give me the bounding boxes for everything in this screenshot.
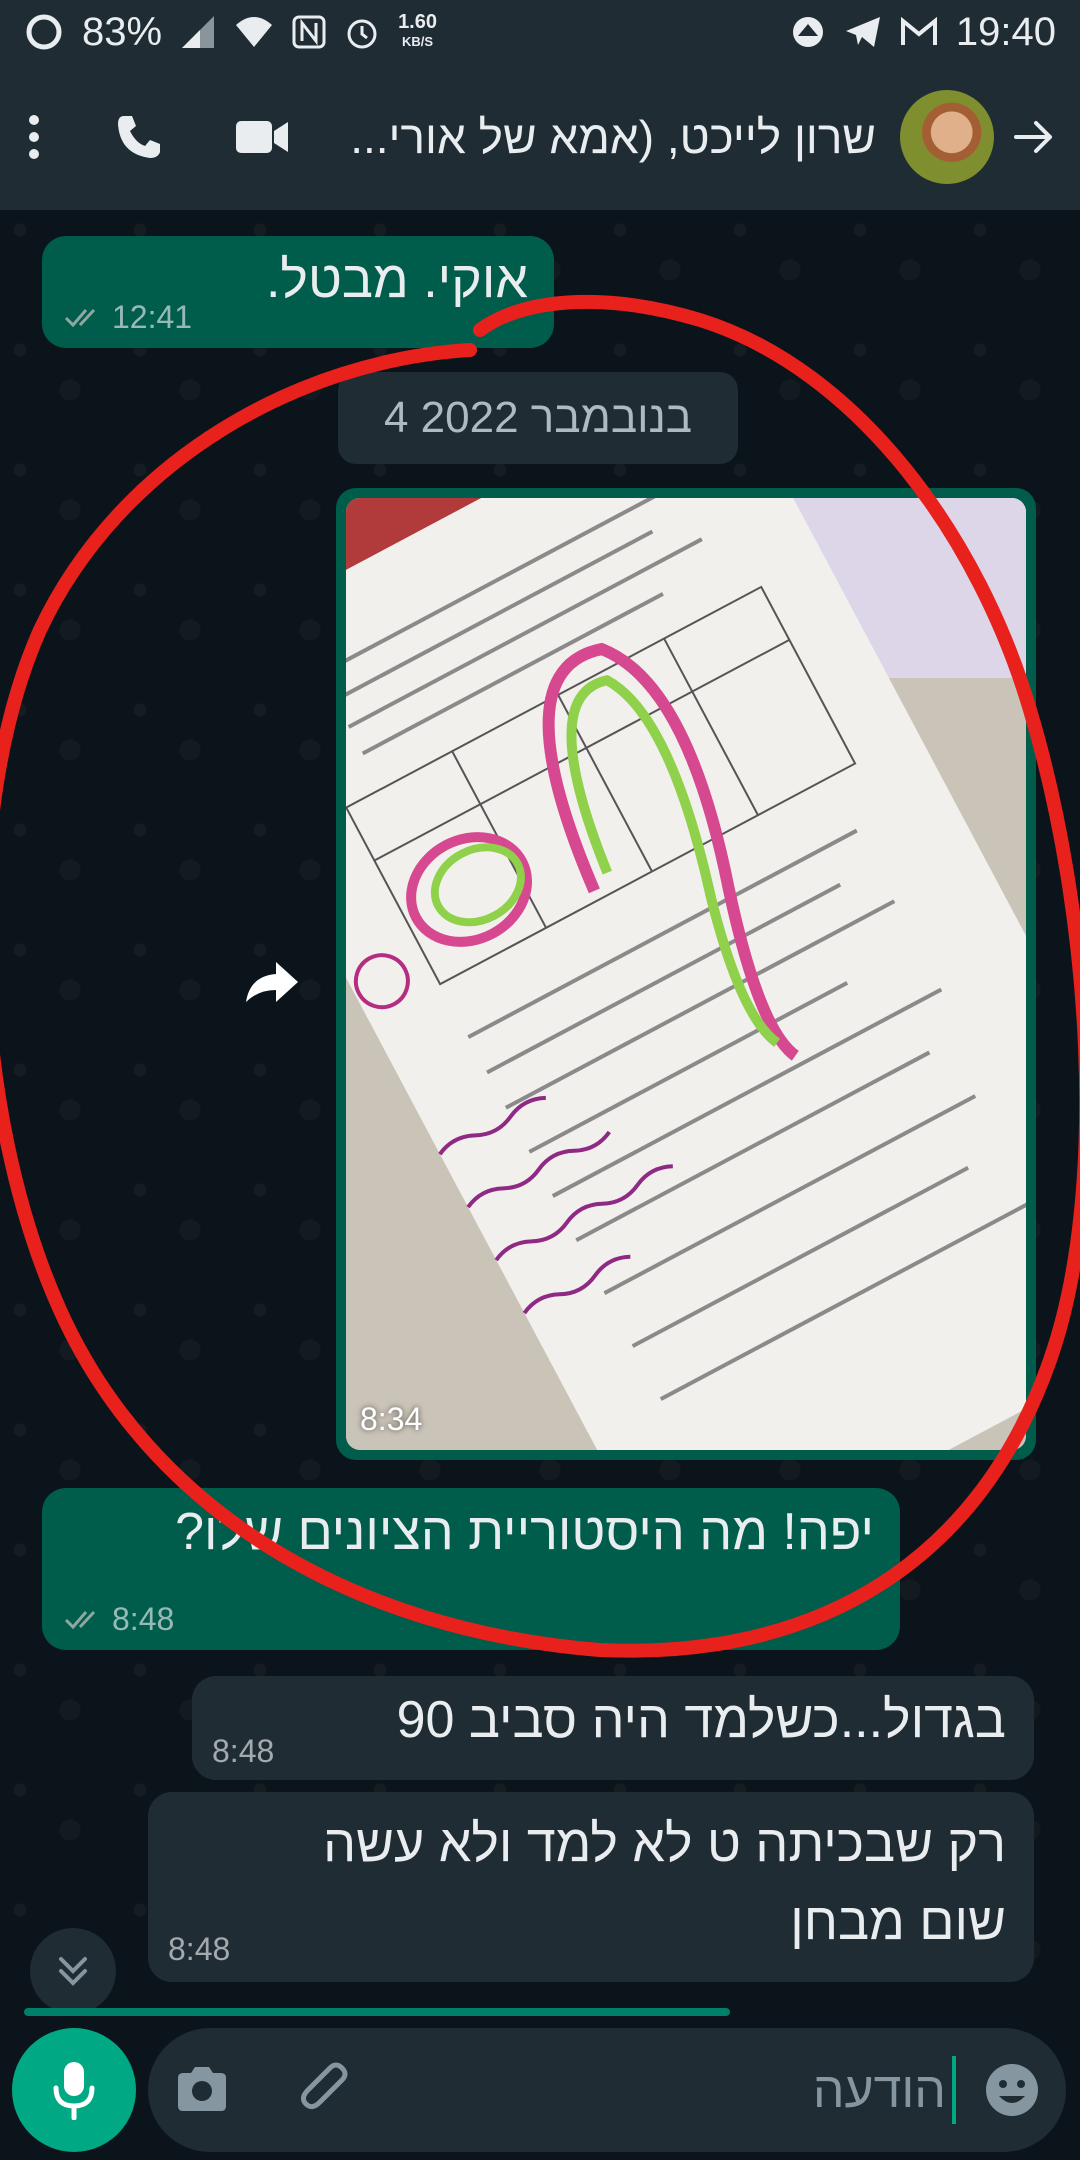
- text-caret: [952, 2056, 956, 2124]
- paperclip-icon[interactable]: [298, 2062, 354, 2118]
- scroll-to-bottom-button[interactable]: [30, 1928, 116, 2014]
- telegram-icon: [844, 15, 882, 49]
- microphone-icon: [51, 2060, 97, 2120]
- network-speed-unit: KB/S: [402, 34, 434, 49]
- input-bar: [0, 2020, 1080, 2160]
- message-input[interactable]: [446, 2058, 946, 2122]
- double-chevron-down-icon: [53, 1951, 93, 1991]
- chat-header: שרון לייכט, (אמא של אורי...: [0, 64, 1080, 210]
- alarm-clock-icon: [344, 14, 380, 50]
- kebab-menu-icon[interactable]: [24, 112, 44, 162]
- contact-name[interactable]: שרון לייכט, (אמא של אורי...: [290, 110, 900, 164]
- phone-icon[interactable]: [114, 112, 164, 162]
- status-bar-left: 83% 1.60 KB/S: [24, 10, 437, 55]
- message-field: [148, 2028, 1066, 2152]
- network-speed: 1.60 KB/S: [398, 12, 437, 52]
- network-speed-value: 1.60: [398, 11, 437, 33]
- notification-app-icon: [790, 14, 826, 50]
- chat-area[interactable]: 12:41 אוקי. מבטל. 4 בנובמבר 2022 8:34 יפ…: [0, 210, 1080, 2020]
- mic-button[interactable]: [12, 2028, 136, 2152]
- nfc-icon: [292, 15, 326, 49]
- clock: 19:40: [955, 9, 1056, 54]
- status-bar: 83% 1.60 KB/S 19:40: [0, 0, 1080, 64]
- battery-percent: 83%: [82, 9, 163, 54]
- header-actions: [24, 112, 290, 162]
- wifi-icon: [234, 15, 274, 49]
- cellular-signal-icon: [180, 14, 216, 50]
- red-annotation-circle: [0, 294, 1080, 1658]
- arrow-right-icon[interactable]: [1012, 115, 1056, 159]
- emoji-icon[interactable]: [982, 2060, 1042, 2120]
- progress-bar: [24, 2008, 730, 2016]
- battery-ring-icon: [24, 12, 64, 52]
- camera-icon[interactable]: [174, 2064, 230, 2114]
- video-camera-icon[interactable]: [234, 117, 290, 157]
- avatar[interactable]: [900, 90, 994, 184]
- gmail-icon: [900, 17, 938, 47]
- status-bar-right: 19:40: [790, 10, 1056, 55]
